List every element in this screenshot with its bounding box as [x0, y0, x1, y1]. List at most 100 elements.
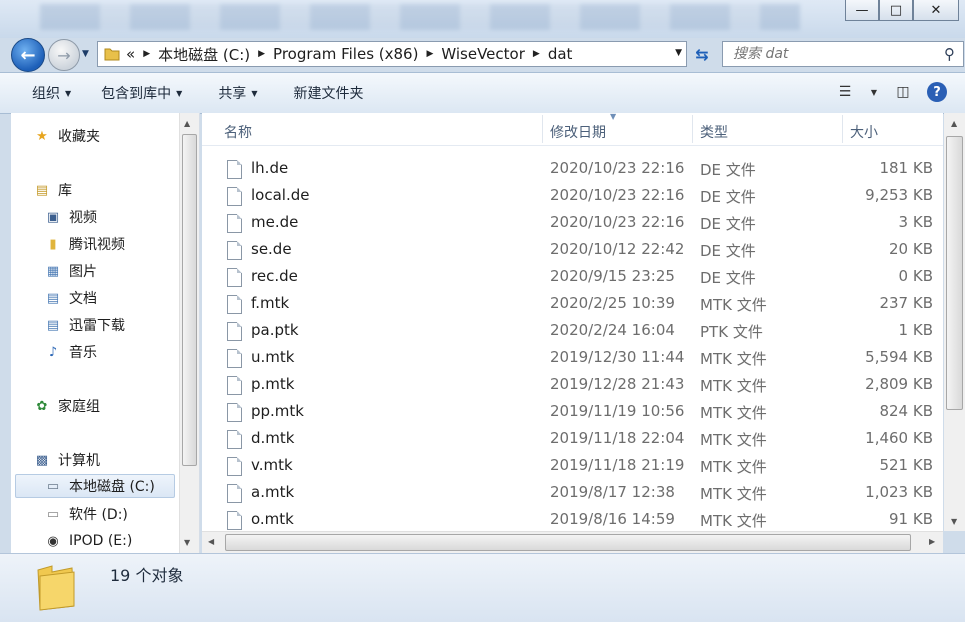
share-button[interactable]: 共享 ▼ — [218, 83, 257, 103]
view-options-icon[interactable]: ☰ — [835, 82, 855, 102]
horizontal-scrollbar-thumb[interactable] — [225, 534, 911, 551]
nav-item-drive-d[interactable]: ▭ 软件 (D:) — [44, 502, 128, 526]
organize-button[interactable]: 组织 ▼ — [32, 83, 71, 103]
file-row[interactable]: p.mtk 2019/12/28 21:43 MTK 文件 2,809 KB — [202, 371, 943, 398]
search-box[interactable]: ⚲ — [722, 41, 964, 67]
refresh-button[interactable]: ⇆ — [688, 41, 716, 67]
search-input[interactable] — [731, 45, 935, 63]
nav-item-pictures[interactable]: ▦ 图片 — [44, 259, 97, 283]
nav-item-computer[interactable]: ▩ 计算机 — [33, 448, 100, 472]
nav-item-library[interactable]: ▤ 库 — [33, 178, 72, 202]
file-row[interactable]: se.de 2020/10/12 22:42 DE 文件 20 KB — [202, 236, 943, 263]
nav-item-tencent-video[interactable]: ▮ 腾讯视频 — [44, 232, 125, 256]
file-row[interactable]: lh.de 2020/10/23 22:16 DE 文件 181 KB — [202, 155, 943, 182]
preview-pane-icon[interactable]: ◫ — [893, 82, 913, 102]
scroll-left-icon[interactable]: ◀ — [208, 537, 214, 546]
nav-item-homegroup[interactable]: ✿ 家庭组 — [33, 394, 100, 418]
file-row[interactable]: f.mtk 2020/2/25 10:39 MTK 文件 237 KB — [202, 290, 943, 317]
file-date: 2020/2/24 16:04 — [550, 321, 675, 339]
file-row[interactable]: pp.mtk 2019/11/19 10:56 MTK 文件 824 KB — [202, 398, 943, 425]
nav-label: 库 — [58, 183, 72, 199]
new-folder-button[interactable]: 新建文件夹 — [293, 83, 363, 103]
file-icon — [227, 457, 242, 476]
breadcrumb-separator-icon[interactable]: ▶ — [143, 49, 150, 59]
scroll-up-icon[interactable]: ▲ — [951, 119, 957, 128]
nav-item-thunder-download[interactable]: ▤ 迅雷下载 — [44, 313, 125, 337]
address-dropdown-icon[interactable]: ▼ — [675, 48, 682, 58]
column-divider[interactable] — [842, 115, 843, 143]
help-icon[interactable]: ? — [927, 82, 947, 102]
nav-item-drive-e[interactable]: ◉ IPOD (E:) — [44, 529, 132, 553]
file-row[interactable]: u.mtk 2019/12/30 11:44 MTK 文件 5,594 KB — [202, 344, 943, 371]
item-count: 19 个对象 — [110, 566, 184, 585]
scroll-up-icon[interactable]: ▲ — [184, 119, 190, 128]
address-bar[interactable]: « ▶ 本地磁盘 (C:) ▶ Program Files (x86) ▶ Wi… — [97, 41, 687, 67]
file-row[interactable]: rec.de 2020/9/15 23:25 DE 文件 0 KB — [202, 263, 943, 290]
scroll-down-icon[interactable]: ▼ — [184, 538, 190, 547]
column-name[interactable]: 名称 — [224, 122, 252, 142]
chevron-down-icon: ▼ — [251, 88, 258, 98]
file-row[interactable]: pa.ptk 2020/2/24 16:04 PTK 文件 1 KB — [202, 317, 943, 344]
breadcrumb-dat[interactable]: dat — [548, 45, 573, 63]
back-button[interactable]: ← — [11, 38, 45, 72]
nav-item-documents[interactable]: ▤ 文档 — [44, 286, 97, 310]
scroll-down-icon[interactable]: ▼ — [951, 517, 957, 526]
nav-item-music[interactable]: ♪ 音乐 — [44, 340, 97, 364]
column-type[interactable]: 类型 — [700, 122, 728, 142]
file-row[interactable]: o.mtk 2019/8/16 14:59 MTK 文件 91 KB — [202, 506, 943, 531]
file-row[interactable]: v.mtk 2019/11/18 21:19 MTK 文件 521 KB — [202, 452, 943, 479]
breadcrumb-separator-icon[interactable]: ▶ — [258, 49, 265, 59]
breadcrumb-wisevector[interactable]: WiseVector — [441, 45, 525, 63]
drive-icon: ▭ — [46, 506, 60, 522]
file-row[interactable]: a.mtk 2019/8/17 12:38 MTK 文件 1,023 KB — [202, 479, 943, 506]
scroll-right-icon[interactable]: ▶ — [929, 537, 935, 546]
column-divider[interactable] — [542, 115, 543, 143]
download-folder-icon: ▤ — [46, 317, 60, 333]
breadcrumb-overflow[interactable]: « — [126, 45, 135, 63]
file-type: MTK 文件 — [700, 431, 767, 449]
file-name: d.mtk — [251, 429, 295, 447]
organize-label: 组织 — [32, 86, 60, 102]
file-name: f.mtk — [251, 294, 290, 312]
nav-item-favorites[interactable]: ★ 收藏夹 — [33, 124, 100, 148]
column-date[interactable]: 修改日期 — [550, 122, 606, 142]
chevron-down-icon: ▼ — [65, 88, 72, 98]
file-size: 1,460 KB — [865, 429, 933, 447]
nav-scrollbar-thumb[interactable] — [182, 134, 197, 466]
nav-item-videos[interactable]: ▣ 视频 — [44, 205, 97, 229]
file-row[interactable]: local.de 2020/10/23 22:16 DE 文件 9,253 KB — [202, 182, 943, 209]
file-date: 2019/11/19 10:56 — [550, 402, 685, 420]
file-icon — [227, 349, 242, 368]
minimize-icon[interactable]: — — [845, 0, 879, 21]
nav-item-drive-c[interactable]: ▭ 本地磁盘 (C:) — [15, 474, 175, 498]
file-size: 9,253 KB — [865, 186, 933, 204]
breadcrumb-drive-c[interactable]: 本地磁盘 (C:) — [158, 44, 250, 65]
forward-button[interactable]: → — [48, 39, 80, 71]
recent-pages-dropdown[interactable]: ▼ — [82, 49, 89, 59]
column-size[interactable]: 大小 — [850, 122, 878, 142]
chevron-down-icon[interactable]: ▼ — [869, 82, 879, 102]
breadcrumb-separator-icon[interactable]: ▶ — [426, 49, 433, 59]
include-in-library-button[interactable]: 包含到库中 ▼ — [101, 83, 182, 103]
nav-label: 本地磁盘 (C:) — [69, 479, 155, 495]
column-headers: 名称 修改日期 ▼ 类型 大小 — [202, 113, 943, 146]
breadcrumb-separator-icon[interactable]: ▶ — [533, 49, 540, 59]
file-row[interactable]: me.de 2020/10/23 22:16 DE 文件 3 KB — [202, 209, 943, 236]
close-icon[interactable]: ✕ — [913, 0, 959, 21]
breadcrumb: ▶ 本地磁盘 (C:) ▶ Program Files (x86) ▶ Wise… — [135, 44, 572, 65]
file-row[interactable]: d.mtk 2019/11/18 22:04 MTK 文件 1,460 KB — [202, 425, 943, 452]
search-icon[interactable]: ⚲ — [944, 45, 955, 63]
folder-icon — [104, 48, 120, 61]
breadcrumb-program-files[interactable]: Program Files (x86) — [273, 45, 418, 63]
navigation-pane: ★ 收藏夹 ▤ 库 ▣ 视频 ▮ 腾讯视频 ▦ 图片 ▤ 文档 ▤ 迅雷下载 ♪… — [11, 113, 200, 553]
file-type: MTK 文件 — [700, 350, 767, 368]
column-divider[interactable] — [692, 115, 693, 143]
file-type: DE 文件 — [700, 161, 756, 179]
maximize-icon[interactable]: □ — [879, 0, 913, 21]
file-name: lh.de — [251, 159, 289, 177]
file-size: 824 KB — [879, 402, 933, 420]
share-label: 共享 — [218, 86, 247, 102]
folder-icon: ▮ — [49, 236, 57, 252]
file-list-scrollbar-thumb[interactable] — [946, 136, 963, 410]
file-name: se.de — [251, 240, 292, 258]
